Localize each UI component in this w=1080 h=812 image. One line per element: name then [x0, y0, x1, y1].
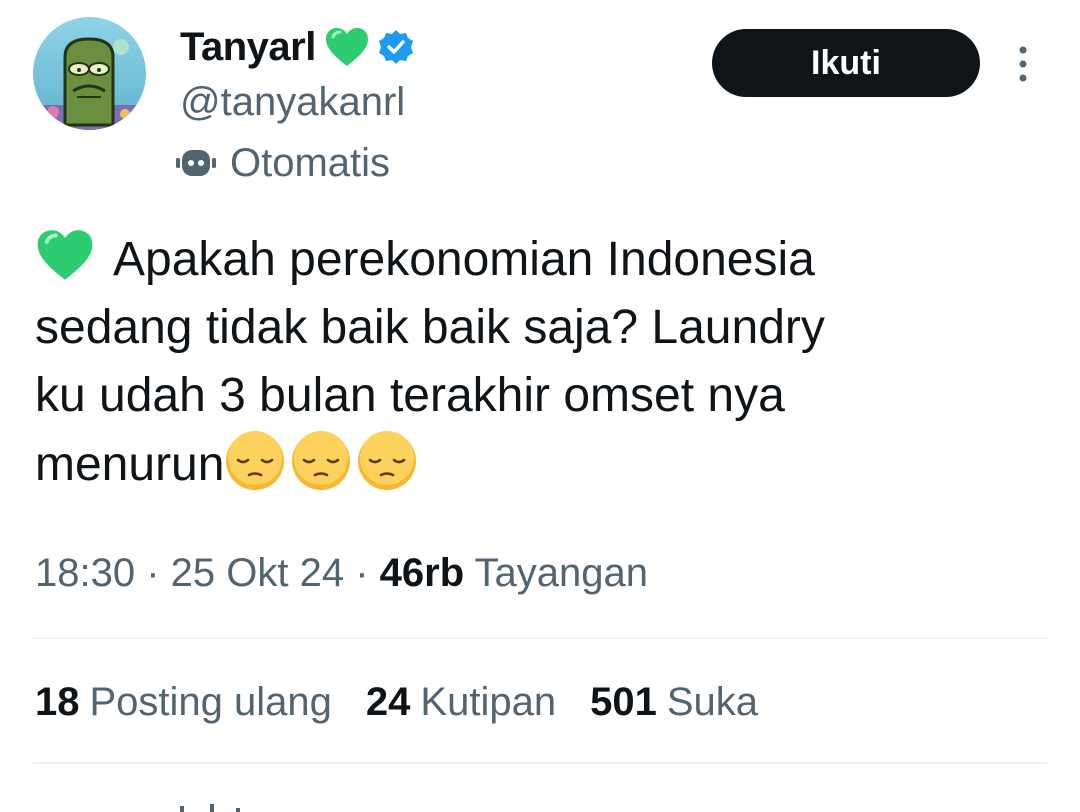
- tweet-line-text: Apakah perekonomian Indonesia: [113, 233, 815, 286]
- tweet-meta: 18:30 · 25 Okt 24 · 46rb Tayangan: [35, 551, 648, 596]
- quotes-count: 24: [365, 680, 411, 724]
- divider: [33, 637, 1047, 639]
- tweet-time[interactable]: 18:30: [35, 551, 135, 595]
- divider: [33, 762, 1047, 764]
- avatar[interactable]: [33, 17, 146, 130]
- tweet-date[interactable]: 25 Okt 24: [171, 551, 344, 595]
- automated-account-label[interactable]: Otomatis: [176, 140, 390, 186]
- pensive-face-icon: [224, 430, 286, 492]
- tweet-line-text: menurun: [35, 438, 225, 491]
- tweet-line: menurun: [35, 430, 1045, 498]
- quotes-stat[interactable]: 24 Kutipan: [366, 680, 556, 725]
- tweet-line: sedang tidak baik baik saja? Laundry: [35, 301, 825, 354]
- meta-separator: ·: [344, 551, 380, 595]
- tweet-text: Apakah perekonomian Indonesia sedang tid…: [35, 226, 1045, 498]
- follow-button[interactable]: Ikuti: [712, 29, 980, 97]
- reposts-stat[interactable]: 18 Posting ulang: [35, 680, 332, 725]
- likes-count: 501: [590, 680, 657, 724]
- tweet-line: ku udah 3 bulan terakhir omset nya: [35, 369, 785, 422]
- reposts-label: Posting ulang: [89, 680, 332, 724]
- views-count[interactable]: 46rb: [380, 551, 465, 595]
- likes-label: Suka: [666, 680, 758, 724]
- engagement-stats: 18 Posting ulang 24 Kutipan 501 Suka: [35, 680, 758, 725]
- cut-off-content: [170, 796, 260, 812]
- tweet-line: Apakah perekonomian Indonesia: [35, 226, 1045, 294]
- likes-stat[interactable]: 501 Suka: [590, 680, 758, 725]
- user-handle[interactable]: @tanyakanrl: [180, 80, 405, 125]
- automated-label: Otomatis: [230, 140, 391, 185]
- user-name-row[interactable]: Tanyarl: [180, 22, 414, 72]
- quotes-label: Kutipan: [420, 680, 557, 724]
- views-label[interactable]: Tayangan: [475, 551, 648, 595]
- more-vertical-icon[interactable]: [1008, 40, 1038, 88]
- meta-separator: ·: [135, 551, 171, 595]
- green-heart-icon: [324, 26, 370, 68]
- pensive-face-icon: [356, 430, 418, 492]
- bot-icon: [176, 148, 216, 178]
- display-name[interactable]: Tanyarl: [180, 25, 316, 70]
- green-heart-icon: [35, 227, 95, 283]
- pensive-face-icon: [290, 430, 352, 492]
- verified-badge-icon[interactable]: [378, 29, 414, 65]
- reposts-count: 18: [35, 680, 80, 724]
